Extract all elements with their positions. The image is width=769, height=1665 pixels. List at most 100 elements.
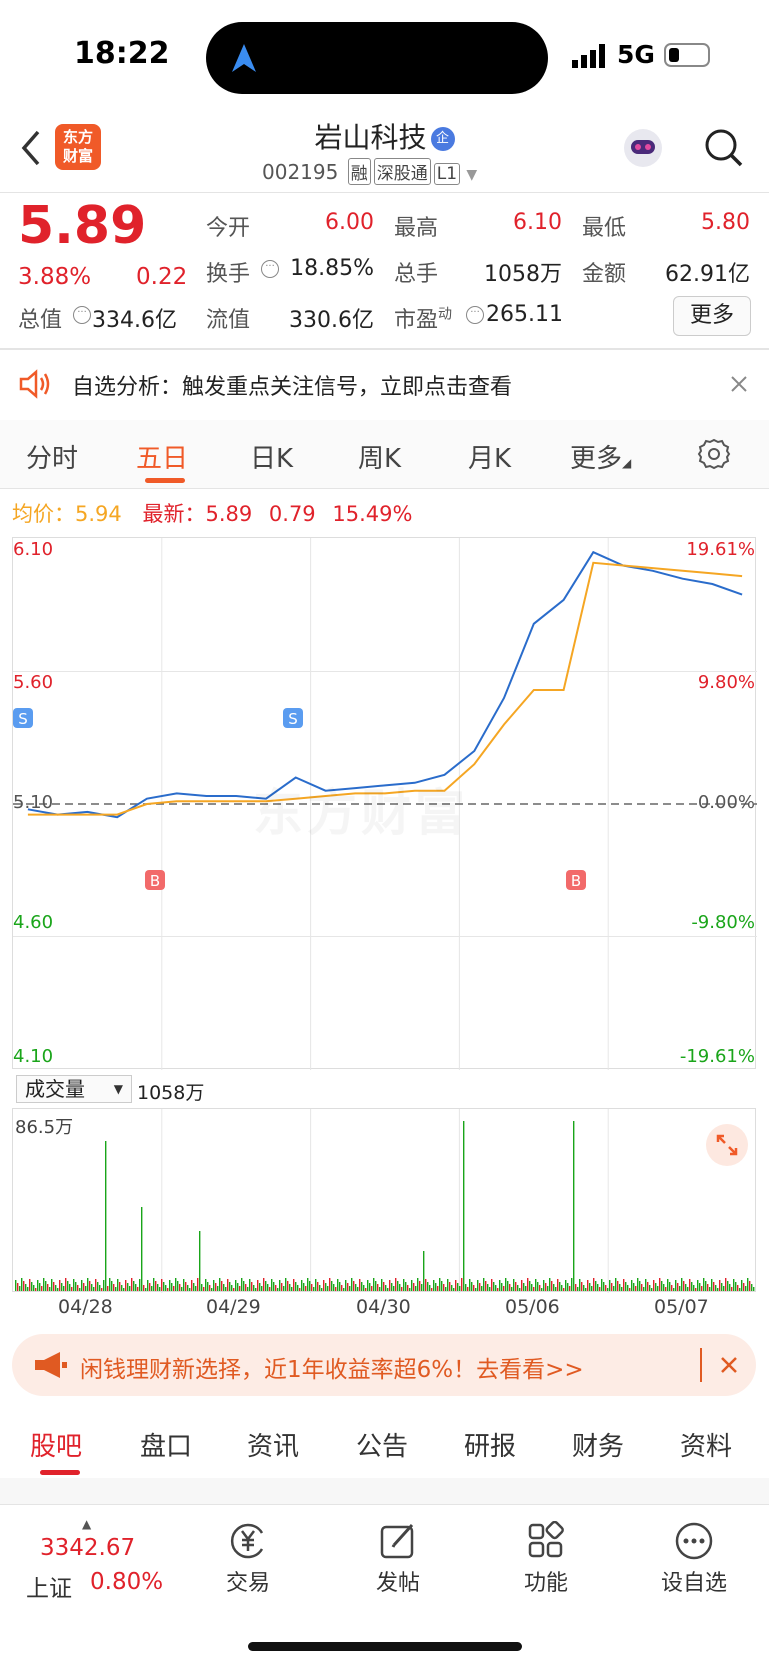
nav-add-watchlist[interactable]: 设自选 [654,1565,734,1597]
nav-trade[interactable]: 交易 [208,1565,288,1597]
tab-five-day[interactable]: 五日 [136,438,188,475]
volume-bar [359,1279,361,1291]
function-grid-icon[interactable] [526,1521,566,1561]
volume-bar [207,1282,209,1291]
volume-bar [607,1288,609,1291]
expand-chart-button[interactable] [706,1124,748,1166]
tab-news[interactable]: 资讯 [247,1426,299,1463]
y-left-tick: 4.10 [13,1046,54,1067]
mktcap-label: 总值 [18,308,63,333]
nav-post[interactable]: 发帖 [358,1565,438,1597]
tab-research[interactable]: 研报 [464,1426,516,1463]
volume-bar [43,1278,45,1291]
compose-post-icon[interactable] [378,1521,418,1561]
volume-bar [231,1285,233,1291]
y-left-tick: 4.60 [13,912,54,933]
volume-bar [121,1285,123,1291]
volume-bar [305,1286,307,1291]
volume-bar [563,1288,565,1291]
stock-code-row[interactable]: 002195 融深股通 L1 ▼ [262,158,477,185]
volume-bar [671,1285,673,1291]
volume-bar [381,1279,383,1291]
volume-bar [741,1280,743,1291]
volume-bar [313,1287,315,1291]
volume-bar [141,1207,143,1291]
divider [0,488,769,489]
volume-bar [701,1286,703,1291]
chevron-up-icon[interactable]: ▲ [82,1517,91,1531]
volume-bar [39,1283,41,1291]
tab-guba[interactable]: 股吧 [30,1426,82,1463]
volume-bar [679,1286,681,1291]
latest-label: 最新： [142,502,206,526]
volume-bar [575,1284,577,1291]
volume-bar [665,1287,667,1291]
volume-bar [229,1282,231,1291]
volume-bar [433,1280,435,1291]
turnover-label: 换手 [206,262,251,287]
change-percent: 3.88% [18,264,92,290]
volume-bar [243,1281,245,1291]
volume-bar [419,1281,421,1291]
analysis-notice[interactable]: 自选分析：触发重点关注信号，立即点击查看 [0,349,769,419]
search-icon[interactable] [704,128,744,168]
volume-bar [303,1283,305,1291]
volume-bar [405,1282,407,1291]
volume-bar [299,1288,301,1291]
more-button[interactable]: 更多 [673,296,751,336]
price-info-row: 均价：5.94 最新：5.89 0.79 15.49% [12,498,412,528]
volume-bar [519,1288,521,1291]
volume-bar [171,1283,173,1291]
volume-bar [721,1283,723,1291]
tab-financials[interactable]: 财务 [572,1426,624,1463]
tab-monthly-k[interactable]: 月K [468,438,511,475]
close-icon[interactable] [730,375,748,393]
trade-yen-icon[interactable] [228,1521,268,1561]
tab-announcements[interactable]: 公告 [356,1426,408,1463]
volume-bar [743,1283,745,1291]
volume-bar [17,1283,19,1291]
index-value[interactable]: 3342.67 [40,1535,135,1561]
volume-bar [147,1280,149,1291]
wealth-ad-banner[interactable]: 闲钱理财新选择，近1年收益率超6%！去看看>> [12,1334,756,1396]
volume-bar [421,1284,423,1291]
volume-bar [151,1286,153,1291]
volume-bar [543,1280,545,1291]
more-dots-icon[interactable] [674,1521,714,1561]
info-icon[interactable]: ··· [261,260,279,278]
volume-indicator-select[interactable]: 成交量 ▼ [16,1075,132,1103]
volume-bar [727,1281,729,1291]
change-amount: 0.22 [136,264,188,290]
volume-bar [85,1286,87,1291]
volume-bar [377,1284,379,1291]
volume-bar [277,1288,279,1291]
volume-bar [527,1278,529,1291]
info-icon[interactable]: ··· [73,306,91,324]
tab-more[interactable]: 更多◢ [570,438,631,475]
volume-bar [521,1280,523,1291]
volume-bar [35,1288,37,1291]
active-tab-indicator [145,478,185,483]
tab-profile[interactable]: 资料 [680,1426,732,1463]
tab-order-book[interactable]: 盘口 [140,1426,192,1463]
tab-intraday[interactable]: 分时 [26,438,78,475]
volume-bar [139,1279,141,1291]
tab-daily-k[interactable]: 日K [250,438,293,475]
tab-weekly-k[interactable]: 周K [358,438,401,475]
volume-bar [655,1283,657,1291]
volume-bar [417,1278,419,1291]
settings-gear-icon[interactable] [697,437,731,471]
nav-functions[interactable]: 功能 [506,1565,586,1597]
volume-bar [649,1285,651,1291]
expand-icon [716,1134,738,1156]
info-icon[interactable]: ··· [466,306,484,324]
volume-bar [269,1287,271,1291]
volume-bar [689,1279,691,1291]
robot-assistant-icon[interactable] [620,124,666,170]
five-day-chart[interactable]: S B S B 东方财富 [12,537,757,1070]
close-icon[interactable] [720,1356,738,1374]
volume-bar [199,1231,201,1291]
volume-bar [331,1281,333,1291]
volume-bar [387,1288,389,1291]
volume-bar [65,1278,67,1291]
